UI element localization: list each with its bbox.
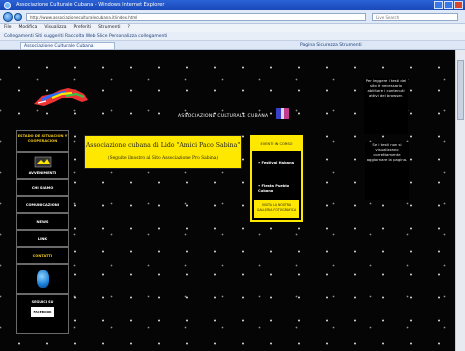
address-bar: http://www.associazioneculturalecubana.i… [0, 10, 465, 24]
info-note: Se i testi non si visualizzano correttam… [365, 142, 409, 200]
forward-button[interactable] [14, 13, 22, 21]
window-titlebar: Associazione Culturale Cubana - Windows … [0, 0, 465, 10]
maximize-button[interactable] [444, 1, 453, 9]
window-controls [434, 1, 463, 9]
event-item[interactable]: • Fiesta Pueblo Cubano [258, 184, 301, 194]
minimize-button[interactable] [434, 1, 443, 9]
main-banner-title: Associazione cubana di Lido "Amici Paco … [85, 142, 241, 149]
sidebar-item-chi-siamo[interactable]: CHI SIAMO [16, 179, 69, 196]
sidebar-events-label: AVVENIMENTI [28, 171, 57, 175]
flag-icon [276, 108, 289, 119]
tab-bar: Associazione Culturale Cubana Pagina Sic… [0, 41, 465, 50]
facebook-link[interactable]: FACEBOOK [31, 307, 54, 317]
menu-item[interactable]: ? [127, 24, 129, 32]
internet-explorer-icon [4, 2, 11, 9]
menu-item[interactable]: Visualizza [44, 24, 66, 32]
cuba-island-logo [34, 88, 88, 106]
close-button[interactable] [454, 1, 463, 9]
menu-item[interactable]: File [4, 24, 12, 32]
page-viewport: ASSOCIAZIONE CULTURALE CUBANA ESTADO DE … [0, 50, 455, 351]
main-banner[interactable]: Associazione cubana di Lido "Amici Paco … [84, 135, 242, 169]
sidebar-item-link[interactable]: LINK [16, 230, 69, 247]
sidebar-item-news[interactable]: NEWS [16, 213, 69, 230]
sidebar-social-block[interactable]: SEGUICI SU FACEBOOK [16, 294, 69, 334]
main-banner-subtitle: (Seguite ilnostro al Sito Associazione P… [107, 156, 219, 161]
globe-icon [37, 270, 49, 288]
events-header: EVENTI IN CORSO [252, 137, 301, 151]
info-note: Per leggere i testi del sito è necessari… [364, 78, 408, 134]
window-title: Associazione Culturale Cubana - Windows … [16, 2, 165, 8]
sidebar-item-comunicazioni[interactable]: COMUNICAZIONI [16, 196, 69, 213]
menu-bar: File Modifica Visualizza Preferiti Strumenti… [0, 24, 465, 32]
vertical-scrollbar[interactable] [455, 50, 465, 351]
scrollbar-thumb[interactable] [457, 60, 464, 120]
command-bar[interactable]: Pagina Sicurezza Strumenti [300, 41, 362, 49]
tab-current[interactable]: Associazione Culturale Cubana [20, 42, 115, 49]
menu-item[interactable]: Modifica [19, 24, 38, 32]
event-item[interactable]: • Festival Habana [258, 161, 294, 166]
url-input[interactable]: http://www.associazioneculturalecubana.i… [26, 13, 366, 21]
menu-item[interactable]: Preferiti [74, 24, 92, 32]
search-input[interactable]: Live Search [372, 13, 458, 21]
event-icon [34, 156, 52, 168]
back-button[interactable] [3, 12, 13, 22]
sidebar-item-contatti[interactable]: CONTATTI [16, 247, 69, 264]
gallery-link[interactable]: VISITA LA NOSTRA GALLERIA FOTOGRAFICA [254, 200, 299, 218]
sidebar-globe-link[interactable] [16, 264, 69, 294]
links-bar[interactable]: Collegamenti Siti suggeriti Raccolta Web… [0, 32, 465, 41]
sidebar-social-label: SEGUICI SU [31, 300, 54, 304]
page-headline: ASSOCIAZIONE CULTURALE CUBANA [178, 114, 269, 119]
sidebar-events-link[interactable]: AVVENIMENTI [16, 152, 69, 179]
events-box: EVENTI IN CORSO • Festival Habana • Fies… [250, 135, 303, 222]
sidebar-situation-link[interactable]: ESTADO DE SITUACION Y COOPERACION [16, 130, 69, 152]
menu-item[interactable]: Strumenti [98, 24, 120, 32]
